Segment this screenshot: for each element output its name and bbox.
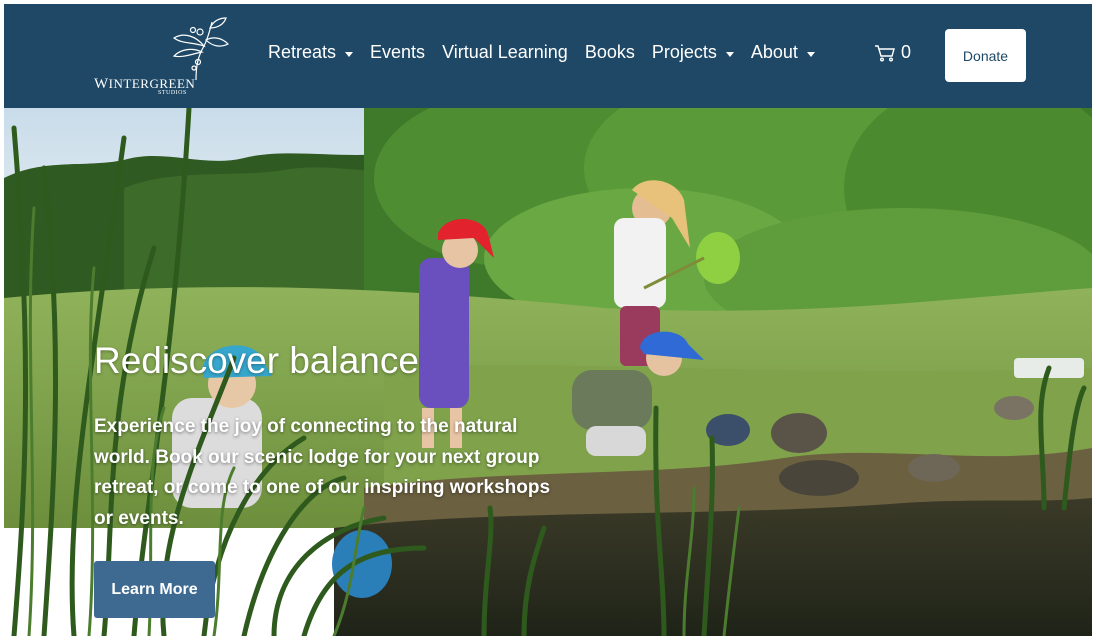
site-logo[interactable]: WINTERGREEN STUDIOS (92, 16, 242, 96)
hero-description: Experience the joy of connecting to the … (94, 416, 551, 529)
cart-icon (875, 44, 895, 61)
nav-about[interactable]: About (751, 42, 815, 63)
nav-virtual-learning-label: Virtual Learning (442, 42, 568, 62)
hero-title: Rediscover balance (94, 340, 419, 381)
cart-count: 0 (901, 42, 912, 62)
main-nav: Retreats Events Virtual Learning Books P… (268, 42, 832, 63)
nav-about-label: About (750, 42, 798, 62)
wintergreen-plant-icon (172, 17, 230, 80)
cart-link[interactable]: 0 (874, 42, 911, 63)
donate-button[interactable]: Donate (945, 29, 1026, 82)
nav-retreats-label: Retreats (268, 42, 337, 62)
nav-projects-label: Projects (651, 42, 717, 62)
nav-retreats[interactable]: Retreats (268, 42, 354, 63)
nav-projects[interactable]: Projects (652, 42, 734, 63)
site-header: WINTERGREEN STUDIOS Retreats Events Virt… (4, 4, 1092, 108)
logo-subtitle: STUDIOS (158, 90, 187, 96)
nav-events-label: Events (370, 42, 426, 62)
nav-events[interactable]: Events (370, 42, 425, 63)
nav-books-label: Books (584, 42, 635, 62)
nav-books[interactable]: Books (585, 42, 635, 63)
hero-section: Rediscover balance Experience the joy of… (4, 108, 1092, 636)
chevron-down-icon (345, 51, 354, 57)
chevron-down-icon (806, 51, 815, 57)
nav-virtual-learning[interactable]: Virtual Learning (442, 42, 568, 63)
page-frame: WINTERGREEN STUDIOS Retreats Events Virt… (4, 4, 1092, 636)
learn-more-button[interactable]: Learn More (94, 561, 215, 618)
chevron-down-icon (725, 51, 734, 57)
